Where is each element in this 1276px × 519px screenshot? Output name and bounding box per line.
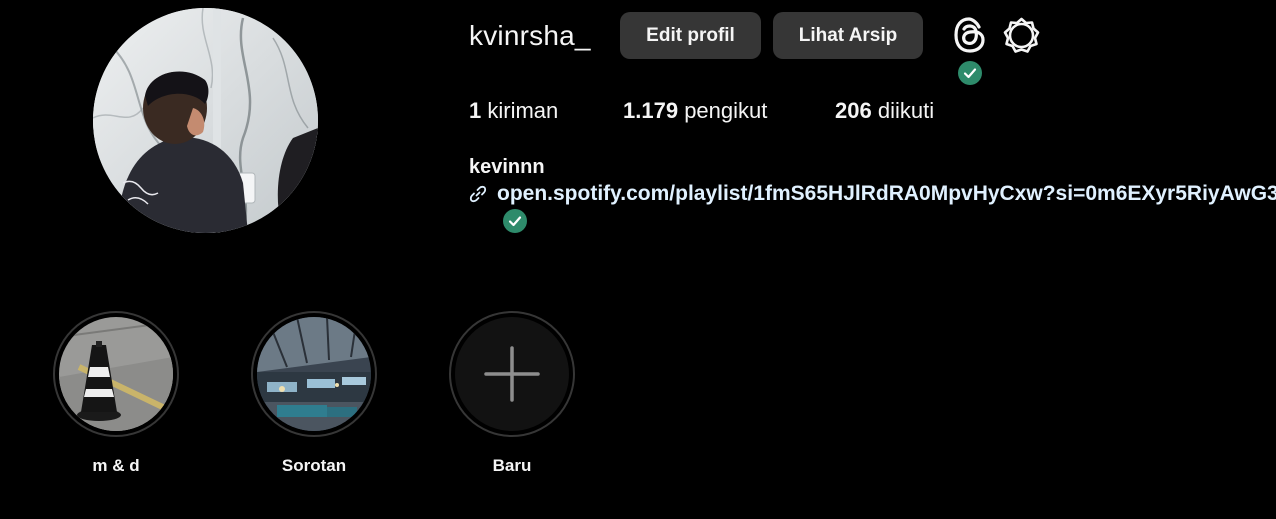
highlight-cover	[257, 317, 371, 431]
highlight-item[interactable]: m & d	[53, 311, 179, 475]
highlight-cover	[59, 317, 173, 431]
highlight-label: m & d	[92, 456, 140, 475]
followers-label: pengikut	[684, 98, 768, 123]
posts-label: kiriman	[487, 98, 559, 123]
checkmark-icon	[503, 209, 527, 233]
highlight-item[interactable]: Sorotan	[251, 311, 377, 475]
following-label: diikuti	[877, 98, 935, 123]
following-link[interactable]: 206 diikuti	[835, 96, 934, 126]
highlight-label: Sorotan	[281, 456, 347, 475]
highlight-ring	[449, 311, 575, 437]
username: kvinrsha_	[469, 20, 591, 51]
highlight-ring	[251, 311, 377, 437]
bio-link-row: open.spotify.com/playlist/1fmS65HJlRdRA0…	[469, 180, 1276, 208]
link-icon	[469, 185, 487, 203]
plus-icon	[484, 346, 540, 402]
avatar-photo	[93, 8, 318, 233]
new-highlight-button[interactable]: Baru	[449, 311, 575, 475]
followers-link[interactable]: 1.179 pengikut	[623, 96, 767, 126]
threads-icon[interactable]	[952, 16, 988, 54]
highlight-ring	[53, 311, 179, 437]
profile-avatar[interactable]	[93, 8, 318, 233]
gear-icon[interactable]	[1003, 17, 1040, 54]
view-archive-button[interactable]: Lihat Arsip	[773, 12, 923, 59]
posts-count: 1 kiriman	[469, 96, 558, 126]
following-count-value: 206	[835, 98, 872, 123]
profile-page: kvinrsha_ Edit profil Lihat Arsip 1 kiri…	[0, 0, 1276, 519]
highlight-label: Baru	[492, 456, 532, 475]
checkmark-icon	[958, 61, 982, 85]
highlight-cover	[455, 317, 569, 431]
bio-link[interactable]: open.spotify.com/playlist/1fmS65HJlRdRA0…	[497, 180, 1276, 208]
posts-count-value: 1	[469, 98, 482, 123]
full-name: kevinnn	[469, 156, 545, 178]
edit-profile-button[interactable]: Edit profil	[620, 12, 761, 59]
followers-count-value: 1.179	[623, 98, 679, 123]
